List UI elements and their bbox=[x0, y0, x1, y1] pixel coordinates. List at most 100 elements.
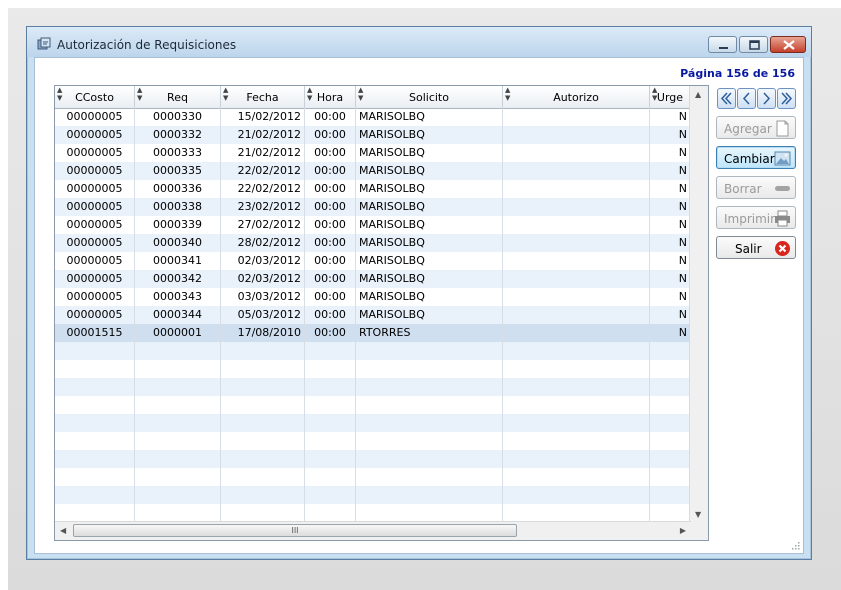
table-row[interactable]: 00000005 0000335 22/02/2012 00:00 MARISOLBQ N bbox=[55, 162, 691, 180]
table-cell bbox=[135, 468, 221, 486]
scroll-left-icon[interactable]: ◀ bbox=[60, 526, 66, 535]
table-cell bbox=[503, 252, 650, 270]
table-row[interactable]: 00000005 0000339 27/02/2012 00:00 MARISOLBQ N bbox=[55, 216, 691, 234]
printer-icon bbox=[775, 210, 790, 227]
table-cell: MARISOLBQ bbox=[356, 216, 503, 234]
table-row[interactable]: 00000005 0000333 21/02/2012 00:00 MARISOLBQ N bbox=[55, 144, 691, 162]
imprimir-button[interactable]: Imprimir bbox=[716, 206, 796, 229]
table-cell bbox=[55, 504, 135, 522]
table-cell: MARISOLBQ bbox=[356, 234, 503, 252]
table-cell: 00:00 bbox=[305, 126, 356, 144]
table-cell: 00001515 bbox=[55, 324, 135, 342]
table-cell: 22/02/2012 bbox=[221, 162, 305, 180]
column-header-label: Fecha bbox=[246, 91, 279, 104]
table-cell: 00000005 bbox=[55, 126, 135, 144]
table-cell bbox=[305, 450, 356, 468]
table-row[interactable]: 00000005 0000342 02/03/2012 00:00 MARISOLBQ N bbox=[55, 270, 691, 288]
requisitions-grid[interactable]: ▲ ▼ CCosto ▲ ▼ Req ▲ ▼ Fecha ▲ ▼ Hora ▲ ▼ Solicit… bbox=[54, 85, 709, 541]
title-bar: Autorización de Requisiciones bbox=[27, 27, 811, 57]
scroll-up-icon[interactable]: ▲ bbox=[695, 90, 701, 99]
column-header[interactable]: ▲ ▼ Urge bbox=[650, 86, 691, 108]
table-cell bbox=[503, 486, 650, 504]
table-cell: RTORRES bbox=[356, 324, 503, 342]
table-cell: 00000005 bbox=[55, 270, 135, 288]
next-page-button[interactable] bbox=[757, 88, 776, 109]
close-button[interactable] bbox=[770, 36, 806, 53]
table-cell bbox=[221, 396, 305, 414]
borrar-label: Borrar bbox=[724, 182, 762, 196]
table-cell: 15/02/2012 bbox=[221, 108, 305, 126]
agregar-button[interactable]: Agregar bbox=[716, 116, 796, 139]
app-icon bbox=[37, 37, 51, 50]
table-row[interactable]: 00000005 0000341 02/03/2012 00:00 MARISOLBQ N bbox=[55, 252, 691, 270]
table-cell: 00:00 bbox=[305, 324, 356, 342]
table-cell bbox=[650, 432, 691, 450]
table-row[interactable]: 00000005 0000340 28/02/2012 00:00 MARISOLBQ N bbox=[55, 234, 691, 252]
horizontal-scrollbar[interactable]: ◀ III ▶ bbox=[55, 521, 691, 540]
table-cell bbox=[305, 342, 356, 360]
table-cell bbox=[503, 342, 650, 360]
vertical-scrollbar[interactable]: ▲ ▼ bbox=[689, 86, 708, 523]
table-cell bbox=[55, 342, 135, 360]
table-cell bbox=[356, 396, 503, 414]
table-cell bbox=[55, 450, 135, 468]
table-cell bbox=[55, 378, 135, 396]
table-cell bbox=[650, 450, 691, 468]
table-cell: 0000343 bbox=[135, 288, 221, 306]
maximize-button[interactable] bbox=[739, 36, 768, 53]
table-row[interactable]: 00000005 0000338 23/02/2012 00:00 MARISOLBQ N bbox=[55, 198, 691, 216]
prev-page-button[interactable] bbox=[737, 88, 756, 109]
scroll-down-icon[interactable]: ▼ bbox=[695, 510, 701, 519]
table-row[interactable]: 00000005 0000336 22/02/2012 00:00 MARISOLBQ N bbox=[55, 180, 691, 198]
column-header[interactable]: ▲ ▼ CCosto bbox=[55, 86, 135, 108]
column-header[interactable]: ▲ ▼ Hora bbox=[305, 86, 356, 108]
resize-grip-icon[interactable] bbox=[791, 541, 800, 550]
edit-image-icon bbox=[774, 151, 791, 166]
minimize-button[interactable] bbox=[708, 36, 737, 53]
cambiar-button[interactable]: Cambiar bbox=[716, 146, 796, 169]
column-header[interactable]: ▲ ▼ Fecha bbox=[221, 86, 305, 108]
borrar-button[interactable]: Borrar bbox=[716, 176, 796, 199]
table-cell: 00:00 bbox=[305, 180, 356, 198]
table-cell: 22/02/2012 bbox=[221, 180, 305, 198]
table-row[interactable]: 00001515 0000001 17/08/2010 00:00 RTORRES N bbox=[55, 324, 691, 342]
table-row[interactable]: 00000005 0000344 05/03/2012 00:00 MARISOLBQ N bbox=[55, 306, 691, 324]
horizontal-scroll-thumb[interactable]: III bbox=[73, 524, 517, 537]
table-cell: 0000332 bbox=[135, 126, 221, 144]
table-row[interactable]: 00000005 0000332 21/02/2012 00:00 MARISOLBQ N bbox=[55, 126, 691, 144]
table-cell: MARISOLBQ bbox=[356, 252, 503, 270]
column-header[interactable]: ▲ ▼ Req bbox=[135, 86, 221, 108]
table-cell: 0000342 bbox=[135, 270, 221, 288]
page-indicator: Página 156 de 156 bbox=[680, 67, 795, 80]
column-header[interactable]: ▲ ▼ Autorizo bbox=[503, 86, 650, 108]
table-cell: 00:00 bbox=[305, 288, 356, 306]
table-cell: 00:00 bbox=[305, 162, 356, 180]
sort-icon: ▲ ▼ bbox=[57, 86, 63, 102]
first-page-button[interactable] bbox=[717, 88, 736, 109]
last-page-button[interactable] bbox=[777, 88, 796, 109]
salir-button[interactable]: Salir bbox=[716, 236, 796, 259]
table-cell bbox=[503, 396, 650, 414]
scroll-right-icon[interactable]: ▶ bbox=[680, 526, 686, 535]
exit-icon bbox=[775, 241, 790, 256]
empty-row bbox=[55, 360, 691, 378]
table-cell: 0000001 bbox=[135, 324, 221, 342]
table-cell: N bbox=[650, 144, 691, 162]
table-cell: 17/08/2010 bbox=[221, 324, 305, 342]
table-cell bbox=[503, 216, 650, 234]
table-cell bbox=[356, 432, 503, 450]
table-cell bbox=[503, 306, 650, 324]
table-cell bbox=[221, 360, 305, 378]
table-cell: MARISOLBQ bbox=[356, 270, 503, 288]
table-cell bbox=[55, 486, 135, 504]
table-row[interactable]: 00000005 0000330 15/02/2012 00:00 MARISOLBQ N bbox=[55, 108, 691, 126]
table-cell bbox=[356, 486, 503, 504]
table-cell bbox=[503, 180, 650, 198]
table-cell bbox=[55, 414, 135, 432]
table-cell: 0000336 bbox=[135, 180, 221, 198]
table-row[interactable]: 00000005 0000343 03/03/2012 00:00 MARISOLBQ N bbox=[55, 288, 691, 306]
empty-row bbox=[55, 342, 691, 360]
column-header[interactable]: ▲ ▼ Solicito bbox=[356, 86, 503, 108]
salir-label: Salir bbox=[735, 242, 762, 256]
table-cell bbox=[55, 468, 135, 486]
